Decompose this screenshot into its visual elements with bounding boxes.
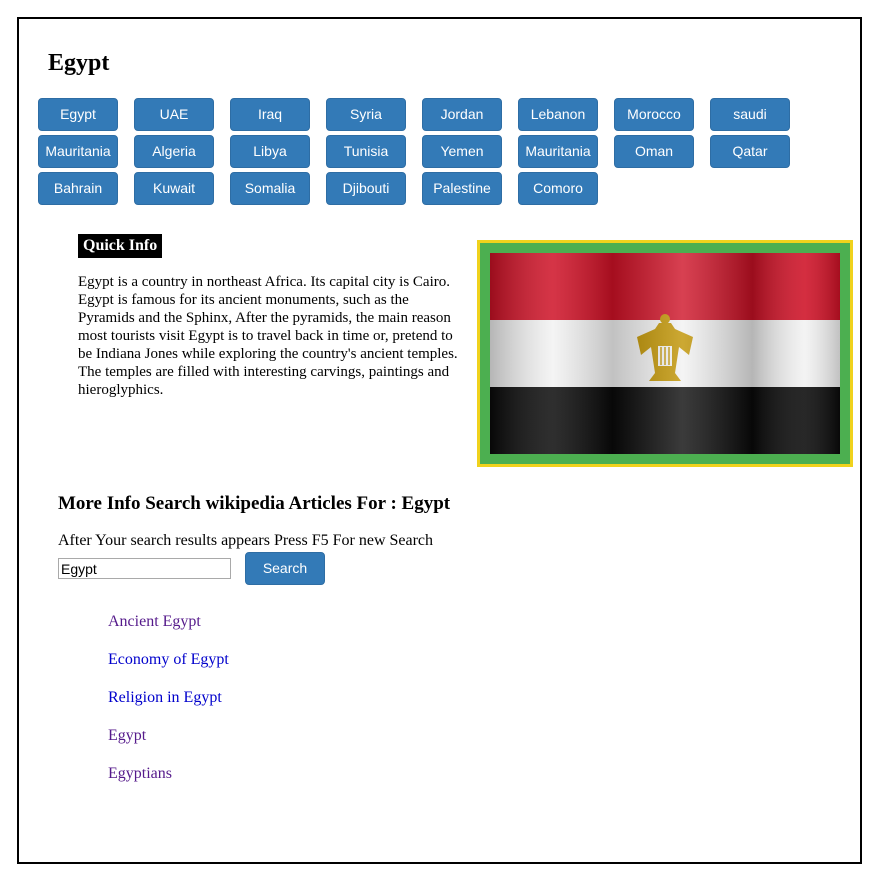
country-button[interactable]: Oman: [614, 135, 694, 168]
country-button[interactable]: Comoro: [518, 172, 598, 205]
list-item: Economy of Egypt: [108, 650, 229, 688]
country-button[interactable]: Kuwait: [134, 172, 214, 205]
quick-info-heading: Quick Info: [78, 234, 163, 258]
result-link[interactable]: Egyptians: [108, 765, 172, 782]
country-button[interactable]: Tunisia: [326, 135, 406, 168]
search-heading: More Info Search wikipedia Articles For …: [58, 493, 451, 514]
search-results: Ancient Egypt Economy of Egypt Religion in…: [108, 612, 229, 802]
result-link[interactable]: Ancient Egypt: [108, 613, 201, 630]
flag-frame: [477, 240, 853, 467]
country-button[interactable]: Palestine: [422, 172, 502, 205]
country-button[interactable]: UAE: [134, 98, 214, 131]
result-link[interactable]: Egypt: [108, 727, 146, 744]
search-button[interactable]: Search: [245, 552, 325, 585]
list-item: Egypt: [108, 726, 229, 764]
country-button[interactable]: Libya: [230, 135, 310, 168]
quick-info-text: Egypt is a country in northeast Africa. …: [78, 274, 458, 398]
country-button[interactable]: Djibouti: [326, 172, 406, 205]
page-title: Egypt: [48, 50, 110, 76]
country-button[interactable]: Lebanon: [518, 98, 598, 131]
country-button[interactable]: Egypt: [38, 98, 118, 131]
search-input[interactable]: [58, 558, 231, 579]
list-item: Egyptians: [108, 764, 229, 802]
country-button[interactable]: Qatar: [710, 135, 790, 168]
list-item: Ancient Egypt: [108, 612, 229, 650]
country-button[interactable]: Jordan: [422, 98, 502, 131]
country-button[interactable]: Mauritania: [38, 135, 118, 168]
country-button[interactable]: Mauritania: [518, 135, 598, 168]
country-button[interactable]: Algeria: [134, 135, 214, 168]
country-button[interactable]: Iraq: [230, 98, 310, 131]
list-item: Religion in Egypt: [108, 688, 229, 726]
country-button[interactable]: saudi: [710, 98, 790, 131]
country-button[interactable]: Syria: [326, 98, 406, 131]
country-button[interactable]: Somalia: [230, 172, 310, 205]
country-button[interactable]: Yemen: [422, 135, 502, 168]
result-link[interactable]: Economy of Egypt: [108, 651, 229, 668]
search-hint: After Your search results appears Press …: [58, 532, 434, 549]
country-button[interactable]: Bahrain: [38, 172, 118, 205]
country-button[interactable]: Morocco: [614, 98, 694, 131]
egypt-flag-icon: [490, 253, 840, 454]
result-link[interactable]: Religion in Egypt: [108, 689, 222, 706]
